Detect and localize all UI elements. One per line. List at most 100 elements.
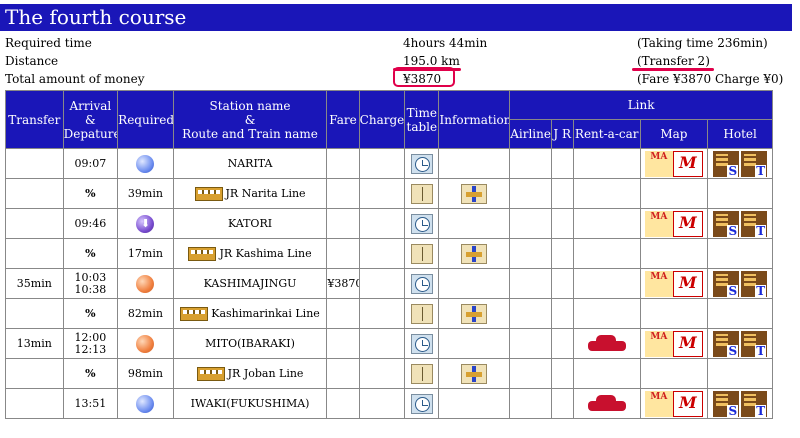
required-cell: 82min: [118, 299, 173, 328]
table-row: % 39min JR Narita Line: [6, 179, 772, 208]
hotel-t-icon[interactable]: T: [741, 210, 768, 237]
hotel-t-icon[interactable]: T: [741, 270, 768, 297]
fare-charge: (Fare ¥3870 Charge ¥0): [637, 72, 784, 86]
header-charge: Charge: [359, 91, 405, 148]
required-symbol: %: [63, 179, 118, 208]
header-information: Information: [439, 91, 510, 148]
total-label: Total amount of money: [5, 72, 145, 86]
station-marker-icon: [136, 274, 155, 293]
header-transfer: Transfer: [6, 91, 63, 148]
route-name[interactable]: JR Joban Line: [228, 367, 304, 380]
timetable-clock-icon[interactable]: [410, 213, 433, 234]
timetable-clock-icon[interactable]: [410, 333, 433, 354]
time-cell: 10:03 10:38: [63, 269, 118, 298]
required-cell: 98min: [118, 359, 173, 388]
header-link: Link: [510, 91, 772, 119]
time-cell: 13:51: [63, 389, 118, 418]
transfer-cell: [6, 149, 63, 178]
mapfan-map-icon[interactable]: M: [672, 270, 703, 297]
time-cell: 09:07: [63, 149, 118, 178]
timetable-clock-icon[interactable]: [410, 393, 433, 414]
mapple-map-icon[interactable]: MA: [644, 270, 673, 297]
header-hotel: Hotel: [708, 120, 772, 148]
train-info-icon[interactable]: [461, 183, 488, 204]
station-name[interactable]: KATORI: [173, 209, 327, 238]
route-name[interactable]: JR Kashima Line: [219, 247, 311, 260]
table-row: 13:51 IWAKI(FUKUSHIMA) MA M ST: [6, 389, 772, 418]
hotel-t-icon[interactable]: T: [741, 150, 768, 177]
hotel-s-icon[interactable]: S: [713, 210, 740, 237]
mapfan-map-icon[interactable]: M: [672, 150, 703, 177]
timetable-book-icon[interactable]: [410, 183, 433, 204]
table-row: % 98min JR Joban Line: [6, 359, 772, 388]
header-station: Station name & Route and Train name: [173, 91, 327, 148]
mapfan-map-icon[interactable]: M: [672, 330, 703, 357]
station-name[interactable]: IWAKI(FUKUSHIMA): [173, 389, 327, 418]
required-cell: 39min: [118, 179, 173, 208]
train-icon: [180, 306, 209, 321]
table-row: 09:46 ⬇ KATORI MA M ST: [6, 209, 772, 238]
hotel-t-icon[interactable]: T: [741, 330, 768, 357]
header-timetable: Time table: [405, 91, 439, 148]
station-name[interactable]: NARITA: [173, 149, 327, 178]
header-fare: Fare: [327, 91, 359, 148]
route-name[interactable]: Kashimarinkai Line: [211, 307, 320, 320]
hotel-s-icon[interactable]: S: [713, 270, 740, 297]
station-name[interactable]: MITO(IBARAKI): [173, 329, 327, 358]
train-info-icon[interactable]: [461, 303, 488, 324]
mapfan-map-icon[interactable]: M: [672, 210, 703, 237]
required-time-label: Required time: [5, 36, 92, 50]
header-rentacar: Rent-a-car: [573, 120, 640, 148]
mapple-map-icon[interactable]: MA: [644, 330, 673, 357]
charge-cell: [359, 149, 405, 178]
route-table: Transfer Arrival & Depature Required Stati…: [5, 90, 773, 419]
page-title: The fourth course: [0, 4, 792, 31]
train-info-icon[interactable]: [461, 363, 488, 384]
header-required: Required: [118, 91, 173, 148]
table-row: 09:07 NARITA MA M ST: [6, 149, 772, 178]
header-jr: J R: [551, 120, 573, 148]
hotel-s-icon[interactable]: S: [713, 390, 740, 417]
station-name[interactable]: KASHIMAJINGU: [173, 269, 327, 298]
timetable-book-icon[interactable]: [410, 243, 433, 264]
transfer-cell: 35min: [6, 269, 63, 298]
train-info-icon[interactable]: [461, 243, 488, 264]
taking-time: (Taking time 236min): [637, 36, 768, 50]
table-row: % 17min JR Kashima Line: [6, 239, 772, 268]
hotel-s-icon[interactable]: S: [713, 330, 740, 357]
route-name[interactable]: JR Narita Line: [226, 187, 306, 200]
timetable-clock-icon[interactable]: [410, 153, 433, 174]
header-arrival: Arrival & Depature: [63, 91, 118, 148]
table-row: 35min 10:0310:38 KASHIMAJINGU ¥3870 MAM …: [6, 269, 772, 298]
transfer-underline: [632, 68, 714, 71]
rent-a-car-icon[interactable]: [586, 333, 628, 355]
fare-cell: ¥3870: [327, 269, 359, 298]
mapple-map-icon[interactable]: MA: [644, 150, 673, 177]
total-highlight: [393, 67, 455, 87]
table-row: 13min 12:00 12:13 MITO(IBARAKI) MA M ST: [6, 329, 772, 358]
timetable-book-icon[interactable]: [410, 303, 433, 324]
time-cell: 12:00 12:13: [63, 329, 118, 358]
mapfan-map-icon[interactable]: M: [672, 390, 703, 417]
table-row: % 82min Kashimarinkai Line: [6, 299, 772, 328]
station-marker-icon: [136, 334, 155, 353]
distance-label: Distance: [5, 54, 59, 68]
rent-a-car-icon[interactable]: [586, 393, 628, 415]
timetable-book-icon[interactable]: [410, 363, 433, 384]
hotel-s-icon[interactable]: S: [713, 150, 740, 177]
header-airline: Airline: [510, 120, 551, 148]
timetable-clock-icon[interactable]: [410, 273, 433, 294]
transfer-cell: 13min: [6, 329, 63, 358]
mapple-map-icon[interactable]: MA: [644, 390, 673, 417]
train-icon: [194, 186, 223, 201]
fare-cell: [327, 149, 359, 178]
header-map: Map: [640, 120, 708, 148]
station-marker-icon: [136, 154, 155, 173]
required-cell: 17min: [118, 239, 173, 268]
required-time-value: 4hours 44min: [403, 36, 488, 50]
hotel-t-icon[interactable]: T: [741, 390, 768, 417]
mapple-map-icon[interactable]: MA: [644, 210, 673, 237]
time-cell: 09:46: [63, 209, 118, 238]
station-marker-icon: [136, 394, 155, 413]
train-icon: [188, 246, 217, 261]
